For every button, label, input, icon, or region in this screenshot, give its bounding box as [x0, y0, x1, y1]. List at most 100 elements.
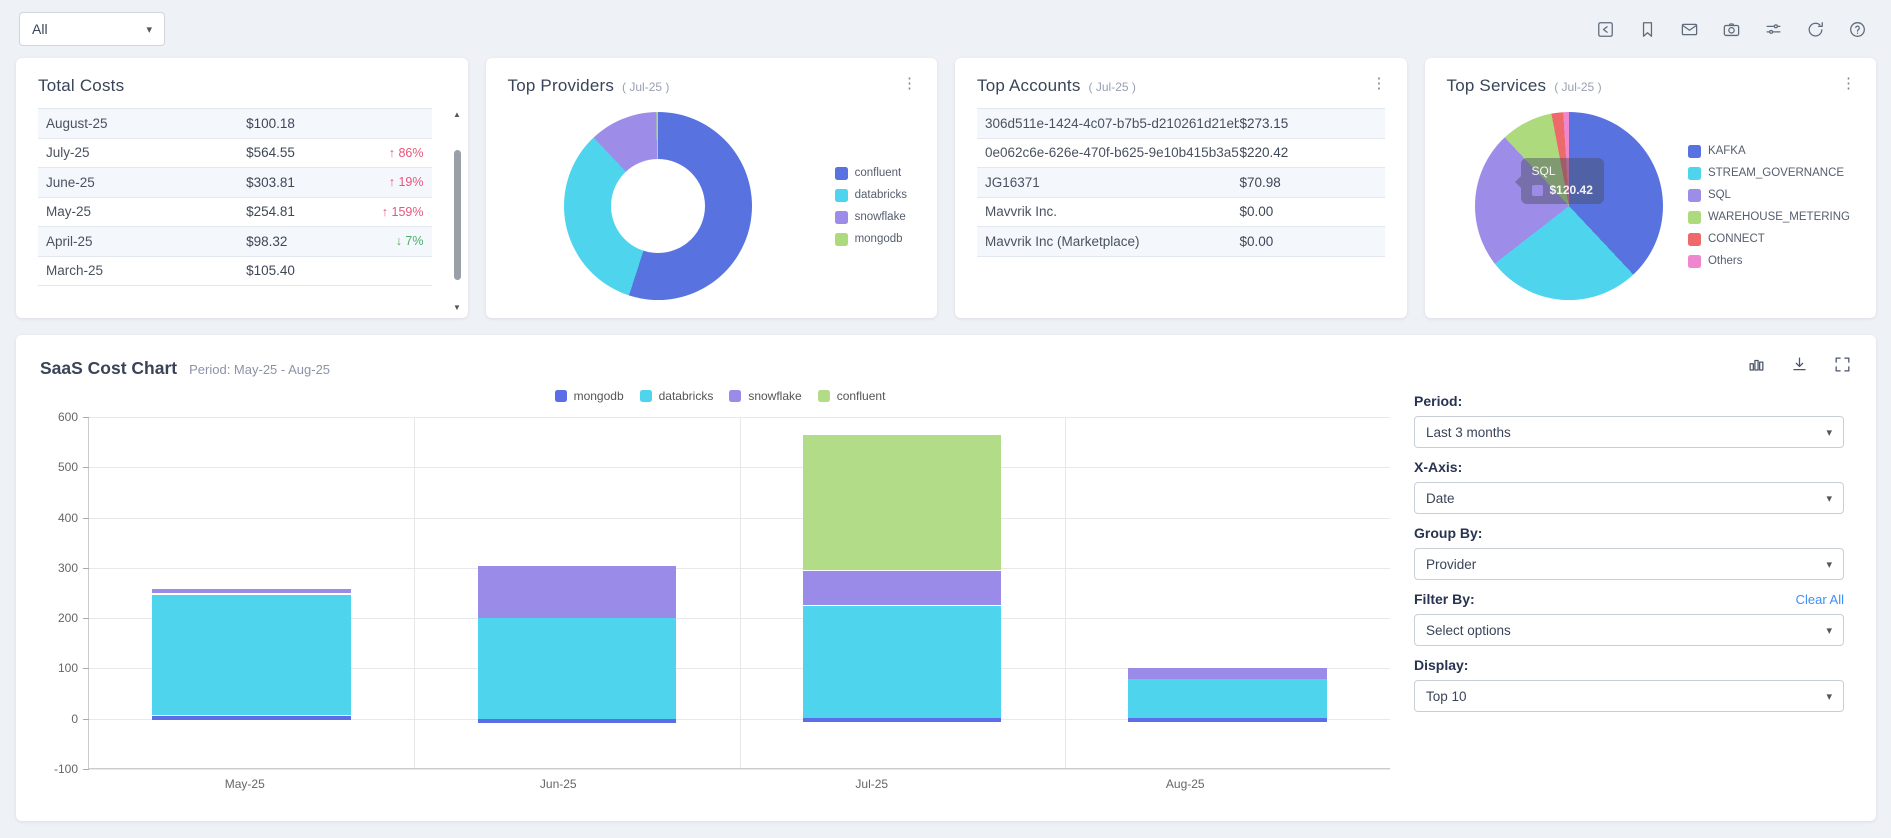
bar-segment-databricks[interactable]	[478, 618, 676, 719]
legend-item[interactable]: mongodb	[555, 389, 624, 403]
chevron-down-icon: ▾	[146, 23, 152, 36]
filter-settings-icon[interactable]	[1763, 19, 1783, 39]
table-row: JG16371$70.98	[977, 168, 1385, 198]
legend-item[interactable]: snowflake	[729, 389, 801, 403]
top-accounts-table: 306d511e-1424-4c07-b7b5-d210261d21eb$273…	[977, 108, 1385, 257]
download-icon[interactable]	[1790, 355, 1809, 379]
scroll-up-icon[interactable]: ▲	[451, 110, 464, 119]
bar-segment-mongodb[interactable]	[1128, 718, 1326, 722]
camera-icon[interactable]	[1721, 19, 1741, 39]
control-group-display: Display: Top 10 ▾	[1414, 657, 1844, 712]
control-label-x-axis: X-Axis:	[1414, 459, 1462, 475]
services-pie-chart[interactable]	[1475, 112, 1663, 300]
x-tick-label: Aug-25	[1029, 777, 1343, 791]
fullscreen-icon[interactable]	[1833, 355, 1852, 379]
row-label: August-25	[46, 116, 246, 131]
y-tick-label: -100	[54, 762, 78, 776]
bar-segment-databricks[interactable]	[803, 606, 1001, 718]
axis-tick	[83, 467, 89, 468]
legend-item[interactable]: WAREHOUSE_METERING	[1688, 211, 1850, 224]
legend-swatch	[1688, 255, 1701, 268]
scroll-down-icon[interactable]: ▼	[451, 303, 464, 312]
period-dropdown[interactable]: Last 3 months▾	[1414, 416, 1844, 448]
bar-segment-snowflake[interactable]	[478, 566, 676, 618]
bookmark-icon[interactable]	[1637, 19, 1657, 39]
table-row: July-25$564.55↑ 86%	[38, 139, 432, 169]
global-filter-value: All	[32, 21, 48, 37]
stacked-bar-chart: mongodbdatabrickssnowflakeconfluent 6005…	[40, 385, 1400, 791]
period-value: Last 3 months	[1426, 425, 1511, 440]
total-costs-table: August-25$100.18July-25$564.55↑ 86%June-…	[38, 108, 432, 286]
y-tick-label: 0	[71, 712, 78, 726]
legend-item[interactable]: confluent	[818, 389, 886, 403]
y-tick-label: 100	[58, 661, 78, 675]
legend-label: Others	[1708, 255, 1743, 267]
share-icon[interactable]	[1595, 19, 1615, 39]
control-label-row: X-Axis:	[1414, 459, 1844, 475]
row-value: $254.81	[246, 204, 371, 219]
saas-cost-chart-card: SaaS Cost Chart Period: May-25 - Aug-25 …	[16, 335, 1876, 821]
bar-segment-databricks[interactable]	[152, 595, 350, 716]
legend-item[interactable]: KAFKA	[1688, 145, 1850, 158]
refresh-icon[interactable]	[1805, 19, 1825, 39]
grid-line	[89, 769, 1390, 770]
legend-item[interactable]: databricks	[835, 189, 907, 202]
scrollbar-thumb[interactable]	[454, 150, 461, 279]
display-dropdown[interactable]: Top 10 ▾	[1414, 680, 1844, 712]
row-value: $0.00	[1239, 234, 1376, 249]
row-value: $220.42	[1239, 145, 1376, 160]
legend-item[interactable]: databricks	[640, 389, 714, 403]
bar-segment-snowflake[interactable]	[1128, 668, 1326, 679]
display-value: Top 10	[1426, 689, 1467, 704]
group-by-dropdown[interactable]: Provider▾	[1414, 548, 1844, 580]
chevron-down-icon: ▾	[1826, 690, 1832, 703]
table-row: 306d511e-1424-4c07-b7b5-d210261d21eb$273…	[977, 109, 1385, 139]
clear-all-link[interactable]: Clear All	[1796, 592, 1844, 607]
global-filter-dropdown[interactable]: All ▾	[19, 12, 165, 46]
x-axis: May-25Jun-25Jul-25Aug-25	[88, 777, 1342, 791]
legend-item[interactable]: mongodb	[835, 233, 907, 246]
x-tick-label: Jun-25	[402, 777, 716, 791]
card-menu-icon[interactable]: ⋮	[896, 72, 923, 94]
bar-segment-snowflake[interactable]	[152, 589, 350, 593]
bar-segment-mongodb[interactable]	[803, 718, 1001, 722]
row-value: $98.32	[246, 234, 371, 249]
axis-tick	[83, 668, 89, 669]
legend-label: mongodb	[574, 389, 624, 403]
grid-line-vertical	[1065, 417, 1066, 768]
card-menu-icon[interactable]: ⋮	[1366, 72, 1393, 94]
legend-swatch	[1688, 233, 1701, 246]
legend-item[interactable]: confluent	[835, 167, 907, 180]
filter-by-value: Select options	[1426, 623, 1511, 638]
bar-segment-mongodb[interactable]	[478, 719, 676, 723]
bar-segment-databricks[interactable]	[1128, 679, 1326, 717]
providers-donut-chart[interactable]	[564, 112, 752, 300]
bar-segment-confluent[interactable]	[803, 435, 1001, 571]
bar-segment-snowflake[interactable]	[803, 571, 1001, 605]
legend-item[interactable]: CONNECT	[1688, 233, 1850, 246]
legend-item[interactable]: SQL	[1688, 189, 1850, 202]
x-axis-value: Date	[1426, 491, 1455, 506]
axis-tick	[83, 769, 89, 770]
legend-label: confluent	[855, 167, 902, 179]
bar-chart-icon[interactable]	[1747, 355, 1766, 379]
table-row: Mavvrik Inc (Marketplace)$0.00	[977, 227, 1385, 257]
scrollbar[interactable]: ▲ ▼	[451, 110, 464, 312]
y-tick-label: 200	[58, 611, 78, 625]
legend-item[interactable]: snowflake	[835, 211, 907, 224]
filter-by-dropdown[interactable]: Select options ▾	[1414, 614, 1844, 646]
chevron-down-icon: ▾	[1826, 492, 1832, 505]
chevron-down-icon: ▾	[1826, 558, 1832, 571]
legend-item[interactable]: STREAM_GOVERNANCE	[1688, 167, 1850, 180]
legend-swatch	[729, 390, 741, 402]
legend-swatch	[1688, 189, 1701, 202]
control-label-row: Display:	[1414, 657, 1844, 673]
bar-segment-mongodb[interactable]	[152, 716, 350, 721]
card-menu-icon[interactable]: ⋮	[1835, 72, 1862, 94]
x-axis-dropdown[interactable]: Date ▾	[1414, 482, 1844, 514]
mail-icon[interactable]	[1679, 19, 1699, 39]
chevron-down-icon: ▾	[1826, 624, 1832, 637]
providers-legend: confluent databricks snowflake mongodb	[835, 167, 907, 246]
legend-item[interactable]: Others	[1688, 255, 1850, 268]
help-icon[interactable]	[1847, 19, 1867, 39]
